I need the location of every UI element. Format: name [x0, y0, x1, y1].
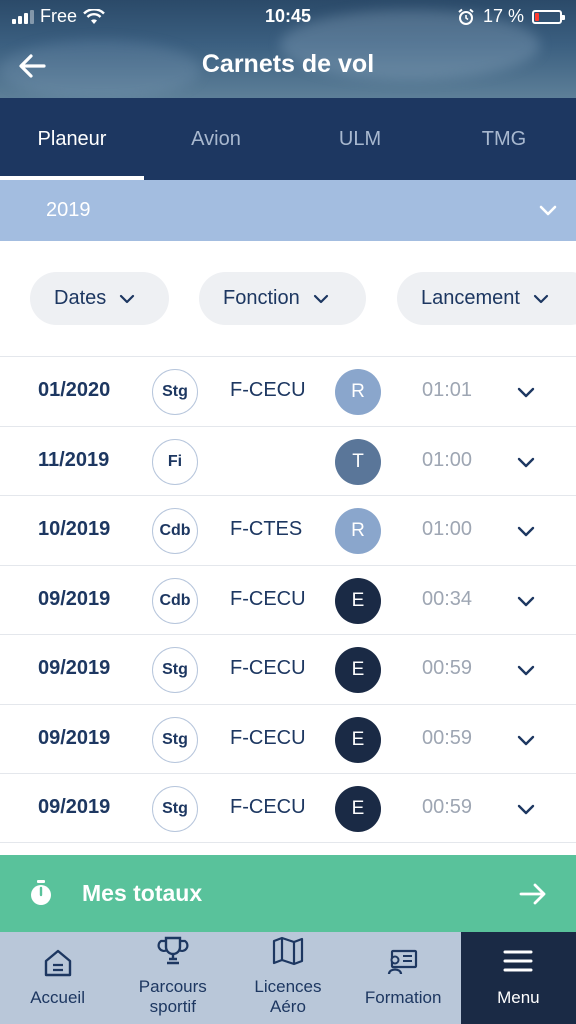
chevron-down-icon[interactable] — [515, 798, 537, 820]
arrow-right-icon — [519, 883, 546, 905]
launch-badge: E — [335, 647, 381, 693]
chevron-down-icon — [533, 294, 549, 303]
certificate-icon — [388, 949, 418, 975]
launch-badge: E — [335, 716, 381, 763]
bottom-nav: Accueil Parcours sportif Licences Aéro For… — [0, 932, 576, 1024]
nav-licences-aero[interactable]: Licences Aéro — [230, 932, 345, 1024]
flight-row[interactable]: 01/2020 Stg F-CECU R 01:01 — [0, 356, 576, 426]
nav-label: Formation — [364, 988, 442, 1007]
aircraft-registration: F-CECU — [230, 796, 306, 818]
aircraft-registration: F-CECU — [230, 379, 306, 401]
function-badge: Fi — [152, 438, 198, 485]
tab-ulm[interactable]: ULM — [288, 98, 432, 180]
menu-icon — [503, 950, 533, 972]
map-icon — [272, 936, 304, 966]
app-header: Free 10:45 17 % Carnets de vol — [0, 0, 576, 98]
flight-duration: 01:01 — [422, 379, 473, 401]
flight-date: 01/2020 — [38, 379, 111, 401]
function-badge: Cdb — [152, 577, 198, 624]
function-badge: Stg — [152, 369, 198, 415]
aircraft-registration: F-CECU — [230, 587, 306, 610]
chevron-down-icon[interactable] — [515, 590, 537, 612]
totals-button[interactable]: Mes totaux — [0, 855, 576, 932]
nav-label: Accueil — [30, 988, 85, 1007]
battery-icon — [532, 9, 565, 24]
trophy-icon — [157, 936, 189, 965]
flight-duration: 00:59 — [422, 726, 473, 749]
aircraft-registration: F-CECU — [230, 657, 306, 679]
nav-accueil[interactable]: Accueil — [0, 932, 115, 1024]
battery-percent: 17 % — [482, 6, 524, 26]
home-icon — [44, 949, 71, 977]
aircraft-registration: F-CECU — [230, 726, 306, 749]
flight-row[interactable]: 09/2019 Stg F-CECU E 00:59 — [0, 773, 576, 843]
chevron-down-icon[interactable] — [515, 381, 537, 403]
filter-label: Fonction — [223, 287, 300, 309]
filter-label: Dates — [54, 287, 107, 309]
nav-formation[interactable]: Formation — [346, 932, 461, 1024]
launch-badge: E — [335, 577, 381, 624]
chevron-down-icon — [120, 294, 135, 303]
filter-bar: Dates Fonction Lancement — [0, 241, 576, 356]
filter-dates[interactable]: Dates — [30, 272, 169, 325]
nav-label: Licences Aéro — [254, 977, 322, 1016]
chevron-down-icon — [539, 205, 557, 216]
flight-row[interactable]: 09/2019 Stg F-CECU E 00:59 — [0, 703, 576, 774]
nav-label: Menu — [497, 988, 540, 1007]
launch-badge: T — [335, 438, 381, 485]
filter-lancement[interactable]: Lancement — [397, 272, 576, 325]
flight-date: 09/2019 — [38, 587, 111, 610]
flight-date: 09/2019 — [38, 657, 111, 679]
function-badge: Stg — [152, 786, 198, 832]
function-badge: Stg — [152, 716, 198, 763]
filter-label: Lancement — [421, 287, 520, 309]
chevron-down-icon[interactable] — [515, 520, 537, 542]
tab-avion[interactable]: Avion — [144, 98, 288, 180]
tab-planeur[interactable]: Planeur — [0, 98, 144, 180]
chevron-down-icon[interactable] — [515, 659, 537, 681]
chevron-down-icon[interactable] — [515, 729, 537, 751]
chevron-down-icon — [313, 294, 328, 303]
flight-duration: 01:00 — [422, 448, 473, 471]
flight-date: 10/2019 — [38, 518, 111, 540]
stopwatch-icon — [31, 880, 51, 905]
flight-row[interactable]: 09/2019 Stg F-CECU E 00:59 — [0, 634, 576, 704]
aircraft-registration: F-CTES — [230, 518, 303, 540]
function-badge: Stg — [152, 647, 198, 693]
flight-row[interactable]: 10/2019 Cdb F-CTES R 01:00 — [0, 495, 576, 565]
launch-badge: R — [335, 508, 381, 554]
flight-row[interactable]: 09/2019 Cdb F-CECU E 00:34 — [0, 564, 576, 635]
flight-duration: 00:34 — [422, 587, 473, 610]
nav-menu[interactable]: Menu — [460, 932, 576, 1024]
totals-label: Mes totaux — [82, 880, 203, 906]
tab-tmg[interactable]: TMG — [432, 98, 576, 180]
category-tabs: Planeur Avion ULM TMG — [0, 98, 576, 180]
flight-duration: 00:59 — [422, 657, 473, 679]
year-value: 2019 — [46, 199, 91, 221]
nav-parcours-sportif[interactable]: Parcours sportif — [115, 932, 230, 1024]
alarm-icon — [458, 8, 474, 25]
status-bar: Free 10:45 17 % — [0, 0, 576, 32]
year-selector[interactable]: 2019 — [0, 180, 576, 241]
function-badge: Cdb — [152, 508, 198, 554]
flight-row[interactable]: 11/2019 Fi T 01:00 — [0, 425, 576, 496]
page-title: Carnets de vol — [201, 50, 375, 78]
nav-label: Parcours sportif — [138, 977, 207, 1016]
launch-badge: R — [335, 369, 381, 415]
flight-duration: 00:59 — [422, 796, 473, 818]
flight-date: 09/2019 — [38, 726, 111, 749]
chevron-down-icon[interactable] — [515, 451, 537, 473]
filter-fonction[interactable]: Fonction — [199, 272, 366, 325]
flight-date: 09/2019 — [38, 796, 111, 818]
flight-date: 11/2019 — [38, 448, 110, 471]
flight-list: 01/2020 Stg F-CECU R 01:01 11/2019 Fi T … — [0, 356, 576, 843]
launch-badge: E — [335, 786, 381, 832]
flight-duration: 01:00 — [422, 518, 473, 540]
